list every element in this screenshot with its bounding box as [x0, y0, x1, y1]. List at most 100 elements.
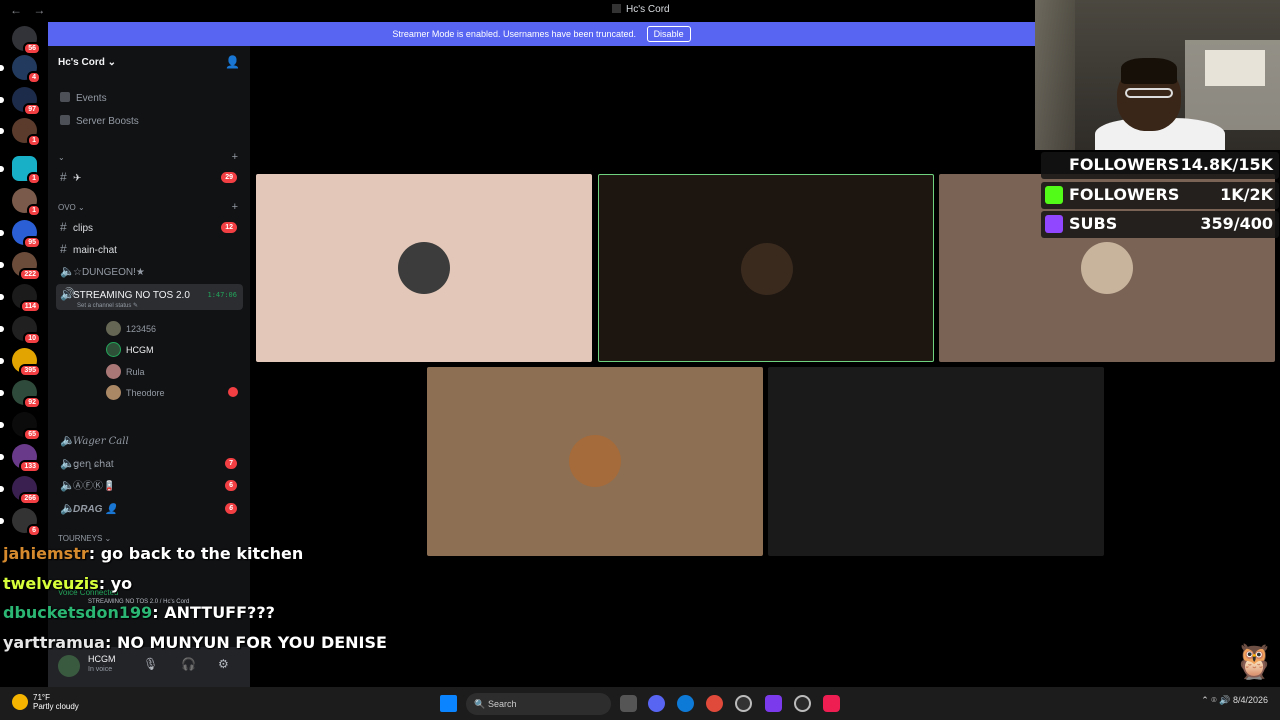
chat-message: jahiemstr: go back to the kitchen — [3, 541, 503, 567]
voice-user[interactable]: 123456 — [106, 321, 156, 336]
forward-arrow-icon[interactable]: → — [33, 3, 45, 17]
tiktok-app-icon[interactable] — [823, 695, 840, 712]
channel-name: Wager Call — [73, 436, 129, 447]
avatar — [741, 243, 793, 295]
settings-gear-icon[interactable]: ⚙ — [218, 657, 229, 671]
guild-badge: 92 — [23, 396, 41, 409]
text-channel-icon: # — [60, 242, 67, 256]
avatar — [1081, 242, 1133, 294]
guild-badge: 1 — [27, 172, 41, 185]
guild-badge: 6 — [27, 524, 41, 537]
server-icon[interactable]: 65 — [0, 412, 41, 441]
server-icon[interactable]: 92 — [0, 380, 41, 409]
channel-name: main-chat — [73, 245, 117, 256]
server-icon[interactable]: 97 — [0, 87, 41, 116]
channel-item[interactable]: # clips 12 — [56, 217, 243, 237]
voice-user[interactable]: HCGM — [106, 342, 154, 357]
channel-status[interactable]: Set a channel status ✎ — [77, 298, 138, 314]
chrome-icon[interactable] — [706, 695, 723, 712]
guild-badge: 133 — [19, 460, 41, 473]
avatar — [106, 385, 121, 400]
server-name: Hc's Cord ⌄ — [58, 57, 116, 68]
voice-user[interactable]: Rula — [106, 364, 145, 379]
participant-tile-speaking[interactable] — [598, 174, 934, 362]
chat-text: : yo — [98, 574, 133, 593]
voice-user-name: Theodore — [126, 388, 165, 398]
server-icon[interactable]: 1 — [0, 118, 41, 147]
weather-widget[interactable]: 71°F Partly cloudy — [12, 693, 79, 711]
mention-badge: 7 — [225, 458, 237, 469]
chevron-up-icon[interactable]: ⌃ — [1201, 695, 1209, 705]
guild-badge: 65 — [23, 428, 41, 441]
edge-icon[interactable] — [677, 695, 694, 712]
invite-people-icon[interactable]: 👤 — [225, 55, 240, 69]
twitch-icon — [1045, 215, 1063, 233]
category-header[interactable]: ⌄ — [58, 153, 65, 162]
unread-pip — [0, 486, 4, 492]
unread-pip — [0, 262, 4, 268]
avatar[interactable] — [58, 655, 80, 677]
direct-messages-icon[interactable]: 56 — [12, 26, 41, 55]
channel-item[interactable]: # ✈ 29 — [56, 167, 243, 187]
obs-icon[interactable] — [794, 695, 811, 712]
wifi-icon[interactable]: ⌾ — [1211, 695, 1216, 705]
clock-date[interactable]: 8/4/2026 — [1233, 695, 1268, 705]
server-icon[interactable]: 95 — [0, 220, 41, 249]
server-icon[interactable]: 4 — [0, 55, 41, 84]
category-header[interactable]: OVO ⌄ — [58, 203, 85, 212]
channel-item[interactable]: # main-chat — [56, 239, 243, 259]
active-voice-channel[interactable]: 🔊STREAMING NO TOS 2.0 1:47:06 Set a chan… — [56, 284, 243, 310]
unread-pip — [0, 454, 4, 460]
microphone-icon[interactable]: 🎙 — [143, 657, 158, 671]
goal-value: 359/400 — [1200, 214, 1273, 233]
server-icon[interactable]: 6 — [0, 508, 41, 537]
headphones-icon[interactable]: 🎧 — [181, 657, 196, 671]
channel-name: clips — [73, 223, 94, 234]
voice-channel-item[interactable]: 🔈☆DUNGEON!★ — [56, 261, 243, 281]
channel-name: DRAG 👤 — [73, 504, 118, 515]
server-icon[interactable]: 114 — [0, 284, 41, 313]
back-arrow-icon[interactable]: ← — [10, 3, 22, 17]
server-icon[interactable]: 1 — [12, 188, 41, 217]
streamer-mode-text: Streamer Mode is enabled. Usernames have… — [392, 29, 637, 39]
participant-tile[interactable] — [427, 367, 763, 556]
avatar — [569, 435, 621, 487]
task-view-icon[interactable] — [620, 695, 637, 712]
twitch-app-icon[interactable] — [765, 695, 782, 712]
voice-channel-item[interactable]: 🔈Wager Call — [56, 430, 243, 450]
media-player-icon[interactable] — [735, 695, 752, 712]
server-icon[interactable]: 222 — [0, 252, 41, 281]
avatar — [106, 321, 121, 336]
sidebar-item-server-boosts[interactable]: Server Boosts — [60, 115, 139, 127]
room-lamp — [1035, 0, 1075, 150]
server-icon[interactable]: 133 — [0, 444, 41, 473]
voice-user-name: Rula — [126, 367, 145, 377]
chat-text: : go back to the kitchen — [88, 544, 304, 563]
voice-channel-item[interactable]: 🔈DRAG 👤 6 — [56, 498, 243, 518]
volume-icon[interactable]: 🔊 — [1219, 695, 1230, 705]
system-tray[interactable]: ⌃ ⌾ 🔊 8/4/2026 — [1201, 695, 1268, 706]
avatar — [398, 242, 450, 294]
create-channel-icon[interactable]: + — [232, 201, 238, 213]
voice-channel-item[interactable]: 🔈ցeղ ɕհat 7 — [56, 453, 243, 473]
create-channel-icon[interactable]: + — [232, 151, 238, 163]
server-icon[interactable]: 266 — [0, 476, 41, 505]
server-icon[interactable]: 395 — [0, 348, 41, 377]
streamer-glasses — [1125, 88, 1173, 98]
disable-streamer-mode-button[interactable]: Disable — [646, 26, 691, 42]
discord-icon[interactable] — [648, 695, 665, 712]
taskbar-search[interactable]: 🔍 Search — [466, 693, 611, 715]
unread-pip — [0, 358, 4, 364]
participant-tile[interactable] — [256, 174, 592, 362]
start-menu-icon[interactable] — [440, 695, 457, 712]
server-icon[interactable]: 10 — [0, 316, 41, 345]
server-header[interactable]: Hc's Cord ⌄ 👤 — [48, 46, 250, 79]
voice-user[interactable]: Theodore — [106, 385, 165, 400]
voice-channel-item[interactable]: 🔈ⒶⒻⓀ🪫 6 — [56, 475, 243, 495]
goal-label: FOLLOWERS — [1069, 155, 1180, 174]
unread-pip — [0, 97, 4, 103]
chat-message: dbucketsdon199: ANTTUFF??? — [3, 600, 503, 626]
server-icon[interactable]: 1 — [0, 156, 41, 185]
kick-icon — [1045, 186, 1063, 204]
sidebar-item-events[interactable]: Events — [60, 92, 107, 104]
